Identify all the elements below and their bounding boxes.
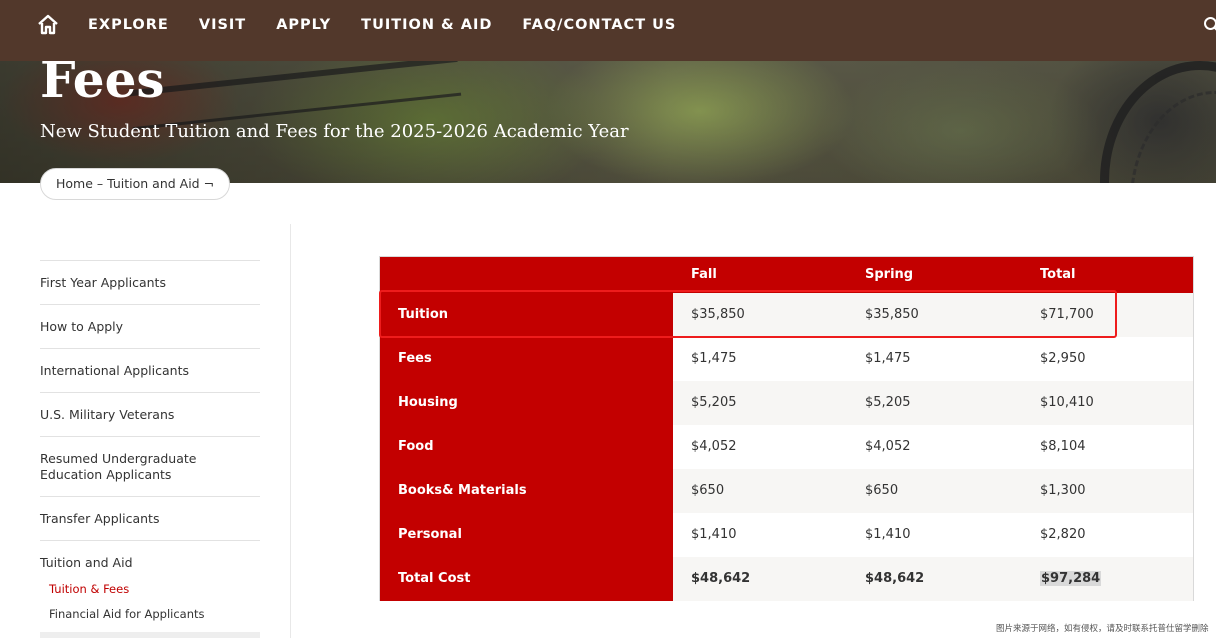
cell-spring: $4,052 <box>865 439 911 454</box>
table-row: Fees $1,475 $1,475 $2,950 <box>380 337 1193 381</box>
sidebar-next-item-edge <box>40 632 260 638</box>
table-header-fall: Fall <box>691 267 717 282</box>
sidebar-item-international[interactable]: International Applicants <box>40 348 260 392</box>
nav-link-explore[interactable]: EXPLORE <box>88 17 169 33</box>
table-row: Food $4,052 $4,052 $8,104 <box>380 425 1193 469</box>
cell-fall: $5,205 <box>691 395 737 410</box>
table-header-cell <box>380 257 673 293</box>
cell-total: $2,950 <box>1040 351 1086 366</box>
nav-links: EXPLORE VISIT APPLY TUITION & AID FAQ/CO… <box>88 17 676 33</box>
nav-link-apply[interactable]: APPLY <box>276 17 331 33</box>
sidebar-nav: First Year Applicants How to Apply Inter… <box>40 260 260 627</box>
watermark-text: 图片来源于网络，如有侵权，请及时联系托普仕留学删除 <box>996 624 1209 634</box>
home-icon[interactable] <box>36 13 60 37</box>
sidebar-item-veterans[interactable]: U.S. Military Veterans <box>40 392 260 436</box>
cell-total: $8,104 <box>1040 439 1086 454</box>
cell-spring: $48,642 <box>865 571 925 586</box>
cell-spring: $1,410 <box>865 527 911 542</box>
top-nav: EXPLORE VISIT APPLY TUITION & AID FAQ/CO… <box>0 0 1216 61</box>
page-subtitle: New Student Tuition and Fees for the 202… <box>40 121 629 142</box>
nav-link-tuition-aid[interactable]: TUITION & AID <box>361 17 492 33</box>
cell-fall: $1,410 <box>691 527 737 542</box>
page-title: Fees <box>40 61 165 109</box>
table-row: Books& Materials $650 $650 $1,300 <box>380 469 1193 513</box>
breadcrumb[interactable]: Home – Tuition and Aid ¬ <box>40 168 231 200</box>
sidebar-item-how-to-apply[interactable]: How to Apply <box>40 304 260 348</box>
cell-total: $1,300 <box>1040 483 1086 498</box>
row-label: Housing <box>380 381 673 425</box>
cell-total: $2,820 <box>1040 527 1086 542</box>
cell-total: $97,284 <box>1040 557 1102 601</box>
table-total-row: Total Cost $48,642 $48,642 $97,284 <box>380 557 1193 601</box>
row-label: Food <box>380 425 673 469</box>
sidebar-subitem-tuition-fees[interactable]: Tuition & Fees <box>40 577 260 602</box>
cell-spring: $650 <box>865 483 899 498</box>
cell-spring: $5,205 <box>865 395 911 410</box>
sidebar-item-first-year[interactable]: First Year Applicants <box>40 260 260 304</box>
selected-text-highlight: $97,284 <box>1040 571 1102 586</box>
sidebar-item-tuition-aid[interactable]: Tuition and Aid <box>40 540 260 577</box>
cell-fall: $48,642 <box>691 571 751 586</box>
row-label: Fees <box>380 337 673 381</box>
table-header-row: Fall Spring Total <box>380 257 1193 293</box>
cell-fall: $4,052 <box>691 439 737 454</box>
table-header-spring: Spring <box>865 267 914 282</box>
cell-total: $10,410 <box>1040 395 1094 410</box>
cell-spring: $1,475 <box>865 351 911 366</box>
cell-fall: $1,475 <box>691 351 737 366</box>
table-row: Housing $5,205 $5,205 $10,410 <box>380 381 1193 425</box>
search-icon[interactable] <box>1203 16 1216 34</box>
annotation-highlight-box <box>379 290 1117 338</box>
row-label: Personal <box>380 513 673 557</box>
sidebar-subitem-financial-aid[interactable]: Financial Aid for Applicants <box>40 602 260 627</box>
sidebar-divider <box>290 224 291 638</box>
row-label: Total Cost <box>380 557 673 601</box>
nav-link-visit[interactable]: VISIT <box>199 17 246 33</box>
hero-banner: Fees New Student Tuition and Fees for th… <box>0 61 1216 183</box>
row-label: Books& Materials <box>380 469 673 513</box>
cell-fall: $650 <box>691 483 725 498</box>
table-header-total: Total <box>1040 267 1076 282</box>
sidebar-item-resumed-education[interactable]: Resumed Undergraduate Education Applican… <box>40 436 260 496</box>
sidebar-item-transfer[interactable]: Transfer Applicants <box>40 496 260 540</box>
nav-link-faq-contact[interactable]: FAQ/CONTACT US <box>522 17 676 33</box>
table-row: Personal $1,410 $1,410 $2,820 <box>380 513 1193 557</box>
